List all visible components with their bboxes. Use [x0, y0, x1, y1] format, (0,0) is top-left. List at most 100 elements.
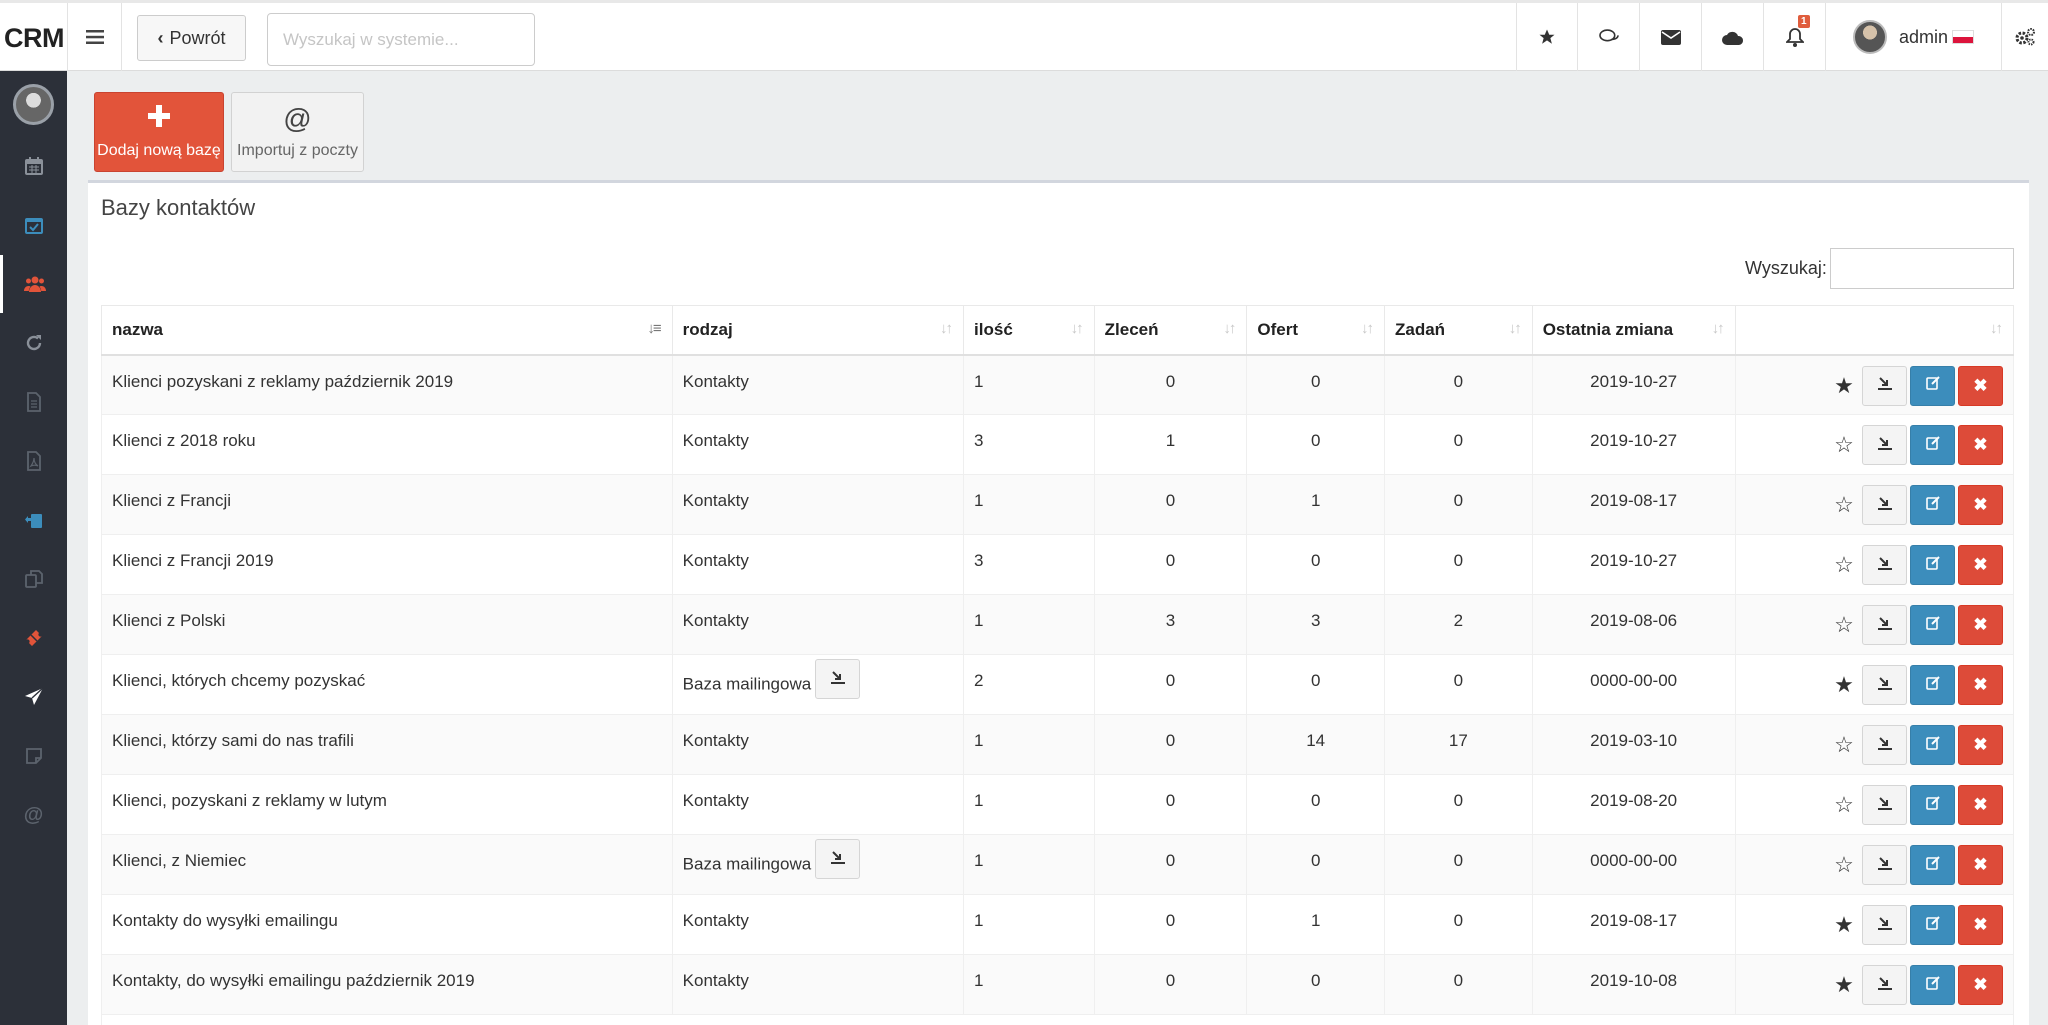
edit-button[interactable] — [1910, 425, 1955, 465]
export-button[interactable] — [1862, 725, 1907, 765]
edit-button[interactable] — [1910, 545, 1955, 585]
sidebar-avatar[interactable] — [13, 84, 54, 125]
chat-button[interactable] — [1578, 3, 1640, 71]
sidebar-item-clients[interactable] — [0, 491, 67, 549]
delete-button[interactable]: ✖ — [1958, 845, 2003, 885]
edit-button[interactable] — [1910, 905, 1955, 945]
mailing-export-button[interactable] — [815, 659, 861, 699]
favorite-toggle-button[interactable]: ☆ — [1829, 605, 1859, 645]
favorite-toggle-button[interactable]: ☆ — [1829, 545, 1859, 585]
favorite-toggle-button[interactable]: ☆ — [1829, 425, 1859, 465]
table-row[interactable]: Klienci z Francji 2019 Kontakty 3 0 0 0 2019-1… — [101, 534, 2015, 595]
column-header-zadan[interactable]: Zadań ↓↑ — [1384, 305, 1533, 356]
mail-button[interactable] — [1640, 3, 1702, 71]
notifications-button[interactable]: 1 — [1764, 3, 1826, 71]
favorite-toggle-button[interactable]: ★ — [1829, 905, 1859, 945]
delete-button[interactable]: ✖ — [1958, 785, 2003, 825]
table-row[interactable]: Kontakty do wysyłki emailingu Kontakty 1 0 1… — [101, 894, 2015, 955]
cell-nazwa: Klienci, pozyskani z reklamy w lutym — [101, 774, 673, 835]
favorite-toggle-button[interactable]: ★ — [1829, 665, 1859, 705]
favorite-toggle-button[interactable]: ☆ — [1829, 725, 1859, 765]
sidebar-item-calendar[interactable] — [0, 137, 67, 195]
cloud-button[interactable] — [1702, 3, 1764, 71]
global-search-input[interactable] — [267, 13, 535, 66]
table-row[interactable]: Klienci, którzy sami do nas trafili Konta… — [101, 714, 2015, 775]
favorite-toggle-button[interactable]: ☆ — [1829, 485, 1859, 525]
back-button[interactable]: ‹ Powrót — [137, 15, 246, 61]
sidebar-item-pdf[interactable] — [0, 432, 67, 490]
favorite-toggle-button[interactable]: ★ — [1829, 965, 1859, 1005]
edit-button[interactable] — [1910, 725, 1955, 765]
pdf-file-icon — [26, 451, 41, 471]
column-header-nazwa[interactable]: nazwa ↓≡ — [101, 305, 673, 356]
edit-button[interactable] — [1910, 605, 1955, 645]
table-row[interactable]: Klienci z 2018 roku Kontakty 3 1 0 0 2019-10-2… — [101, 414, 2015, 475]
sidebar-item-refresh[interactable] — [0, 314, 67, 372]
edit-button[interactable] — [1910, 965, 1955, 1005]
export-button[interactable] — [1862, 485, 1907, 525]
edit-button[interactable] — [1910, 785, 1955, 825]
column-header-ostatnia-zmiana[interactable]: Ostatnia zmiana ↓↑ — [1531, 305, 1736, 356]
table-search-input[interactable] — [1830, 248, 2014, 289]
delete-button[interactable]: ✖ — [1958, 605, 2003, 645]
column-header-zlecen[interactable]: Zleceń ↓↑ — [1093, 305, 1248, 356]
delete-button[interactable]: ✖ — [1958, 485, 2003, 525]
sidebar-item-tasks[interactable] — [0, 196, 67, 254]
edit-button[interactable] — [1910, 365, 1955, 406]
table-row[interactable]: Klienci pozyskani z reklamy październik … — [101, 354, 2015, 415]
column-header-rodzaj[interactable]: rodzaj ↓↑ — [671, 305, 965, 356]
sidebar-item-tickets[interactable] — [0, 609, 67, 667]
delete-button[interactable]: ✖ — [1958, 905, 2003, 945]
cell-rodzaj: Kontakty — [671, 474, 965, 535]
favorite-toggle-button[interactable]: ☆ — [1829, 785, 1859, 825]
sidebar-item-copies[interactable] — [0, 550, 67, 608]
column-header-ofert[interactable]: Ofert ↓↑ — [1246, 305, 1385, 356]
export-button[interactable] — [1862, 365, 1907, 406]
export-button[interactable] — [1862, 605, 1907, 645]
export-button[interactable] — [1862, 425, 1907, 465]
table-row[interactable]: Klienci, których chcemy pozyskać Baza mai… — [101, 654, 2015, 715]
import-from-mail-button[interactable]: @ Importuj z poczty — [231, 92, 364, 172]
sidebar-item-contacts[interactable] — [0, 255, 67, 313]
copy-icon — [24, 570, 43, 588]
export-button[interactable] — [1862, 845, 1907, 885]
table-row[interactable]: Kontakty, do wysyłki emailingu październ… — [101, 954, 2015, 1015]
user-menu[interactable]: admin — [1826, 3, 2002, 71]
mailing-export-button[interactable] — [815, 839, 861, 879]
settings-button[interactable] — [2002, 3, 2048, 71]
favorites-button[interactable] — [1516, 3, 1578, 71]
menu-toggle-button[interactable] — [67, 3, 122, 71]
delete-button[interactable]: ✖ — [1958, 365, 2003, 406]
export-button[interactable] — [1862, 965, 1907, 1005]
table-row[interactable]: Klienci, z Niemiec Baza mailingowa 1 0 0 0 000… — [101, 834, 2015, 895]
table-row[interactable]: Klienci z Polski Kontakty 1 3 3 2 2019-08-06 ☆ ✖ — [101, 594, 2015, 655]
add-new-database-button[interactable]: Dodaj nową bazę — [94, 92, 224, 172]
edit-button[interactable] — [1910, 665, 1955, 705]
app-logo[interactable]: CRM — [4, 23, 65, 54]
delete-button[interactable]: ✖ — [1958, 545, 2003, 585]
column-header-actions[interactable]: ↓↑ — [1734, 305, 2015, 356]
cell-nazwa: Kontakty, do wysyłki emailingu październ… — [101, 954, 673, 1015]
sidebar-item-send[interactable] — [0, 668, 67, 726]
favorite-toggle-button[interactable]: ☆ — [1829, 845, 1859, 885]
edit-button[interactable] — [1910, 485, 1955, 525]
column-header-ilosc[interactable]: ilość ↓↑ — [963, 305, 1095, 356]
table-row[interactable] — [101, 1014, 2014, 1025]
sidebar-item-email[interactable]: @ — [0, 786, 67, 844]
favorite-toggle-button[interactable]: ★ — [1829, 366, 1859, 406]
export-button[interactable] — [1862, 905, 1907, 945]
sidebar-item-documents[interactable] — [0, 373, 67, 431]
export-button[interactable] — [1862, 665, 1907, 705]
delete-button[interactable]: ✖ — [1958, 725, 2003, 765]
sidebar-item-notes[interactable] — [0, 727, 67, 785]
delete-button[interactable]: ✖ — [1958, 425, 2003, 465]
delete-button[interactable]: ✖ — [1958, 965, 2003, 1005]
export-button[interactable] — [1862, 545, 1907, 585]
cell-zadan: 17 — [1384, 714, 1533, 775]
edit-button[interactable] — [1910, 845, 1955, 885]
table-row[interactable]: Klienci z Francji Kontakty 1 0 1 0 2019-08-17 ☆… — [101, 474, 2015, 535]
table-row-cutoff — [101, 1014, 2014, 1025]
export-button[interactable] — [1862, 785, 1907, 825]
delete-button[interactable]: ✖ — [1958, 665, 2003, 705]
table-row[interactable]: Klienci, pozyskani z reklamy w lutym Kont… — [101, 774, 2015, 835]
